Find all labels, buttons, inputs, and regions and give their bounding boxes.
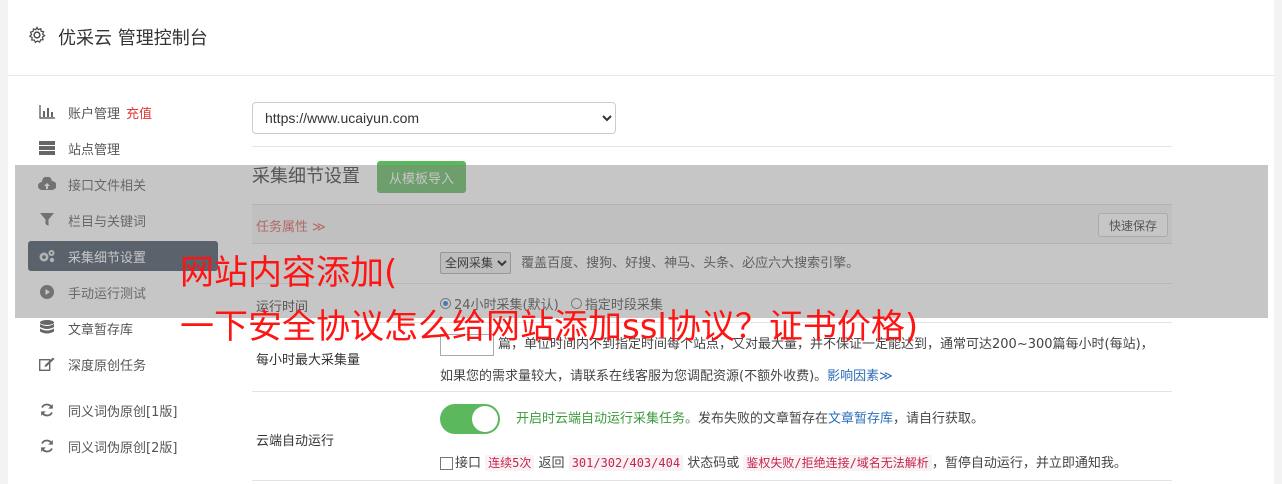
- site-select[interactable]: https://www.ucaiyun.com: [252, 102, 616, 134]
- cloud-run-label: 云端自动运行: [256, 434, 335, 449]
- refresh-icon: [38, 438, 56, 454]
- edit-icon: [38, 356, 56, 372]
- sidebar-item-label: 同义词伪原创[2版]: [68, 440, 178, 456]
- sidebar-item-label: 同义词伪原创[1版]: [68, 404, 178, 420]
- database-icon: [38, 320, 56, 336]
- bar-chart-icon: [38, 104, 56, 120]
- sidebar-item-label: 深度原创任务: [68, 358, 147, 374]
- sidebar-item-synonym-v1[interactable]: 同义词伪原创[1版]: [28, 395, 218, 425]
- page-title: 优采云 管理控制台: [58, 28, 208, 49]
- recharge-link[interactable]: 充值: [126, 103, 152, 122]
- sidebar-item-synonym-v2[interactable]: 同义词伪原创[2版]: [28, 431, 218, 461]
- server-icon: [38, 140, 56, 156]
- overlay-title: 网站内容添加( 一下安全协议怎么给网站添加ssl协议？证书价格): [180, 253, 919, 347]
- table-row: 云端自动运行 开启时云端自动运行采集任务。发布失败的文章暂存在文章暂存库，请自行…: [252, 392, 1172, 481]
- article-store-link[interactable]: 文章暂存库: [828, 412, 893, 427]
- sidebar-item-account[interactable]: 账户管理 充值: [28, 97, 218, 127]
- gear-icon: [28, 26, 46, 44]
- pause-checkbox[interactable]: [440, 457, 453, 470]
- refresh-icon: [38, 402, 56, 418]
- influence-factors-link[interactable]: 影响因素≫: [827, 369, 893, 384]
- divider: [252, 146, 1172, 147]
- sidebar-item-label: 文章暂存库: [68, 322, 134, 338]
- app-header: 优采云 管理控制台: [8, 0, 1274, 76]
- sidebar-item-label: 账户管理: [68, 106, 121, 122]
- sidebar-item-sites[interactable]: 站点管理: [28, 133, 218, 163]
- cloud-run-toggle[interactable]: [440, 404, 500, 434]
- sidebar-item-label: 站点管理: [68, 142, 121, 158]
